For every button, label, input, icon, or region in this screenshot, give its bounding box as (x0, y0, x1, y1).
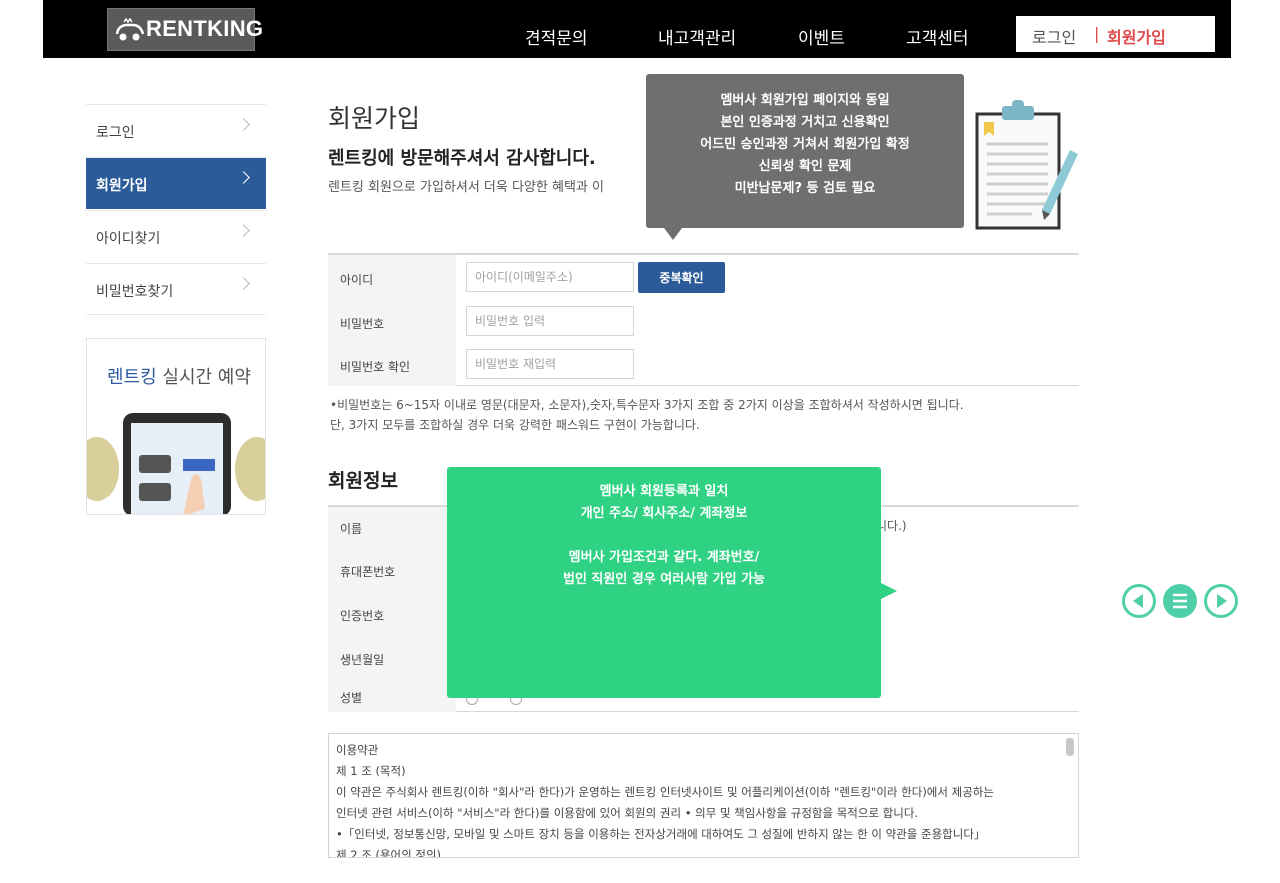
callout-line: 신뢰성 확인 문제 (758, 159, 852, 174)
nav-customer-center[interactable]: 고객센터 (906, 24, 969, 49)
nav-quote[interactable]: 견적문의 (525, 24, 588, 49)
phone-label: 휴대폰번호 (340, 565, 396, 579)
sidebar-item-label: 회원가입 (96, 178, 148, 194)
callout-tail (881, 583, 897, 599)
callout-line: 법인 직원인 경우 여러사람 가입 가능 (562, 572, 766, 587)
realtime-booking-banner[interactable]: 렌트킹 실시간 예약 (86, 338, 266, 515)
terms-line: 제 1 조 (목적) (336, 764, 406, 778)
next-slide-button[interactable] (1204, 584, 1238, 618)
account-form: 아이디 중복확인 비밀번호 비밀번호 확인 (328, 253, 1079, 386)
terms-scrollbar[interactable] (1066, 738, 1074, 756)
auth-code-label: 인증번호 (340, 609, 385, 623)
password-label: 비밀번호 (340, 317, 385, 331)
terms-line: 이용약관 (336, 743, 379, 757)
login-link[interactable]: 로그인 (1032, 24, 1076, 48)
sidebar-item-signup[interactable]: 회원가입 (86, 157, 266, 209)
callout-line: 본인 인증과정 거치고 신용확인 (720, 115, 890, 130)
terms-box[interactable]: 이용약관 제 1 조 (목적) 이 약관은 주식회사 렌트킹(이하 "회사"라 … (328, 733, 1079, 858)
callout-tail (664, 228, 682, 240)
prev-slide-button[interactable] (1122, 584, 1156, 618)
password-confirm-label: 비밀번호 확인 (340, 360, 411, 374)
green-annotation-callout: 멤버사 회원등록과 일치 개인 주소/ 회사주소/ 계좌정보 멤버사 가입조건과… (447, 467, 897, 698)
banner-title-rest: 실시간 예약 (156, 367, 251, 388)
callout-line (447, 525, 881, 547)
birthdate-label: 생년월일 (340, 653, 385, 667)
slide-menu-button[interactable] (1163, 584, 1197, 618)
terms-line: 인터넷 관련 서비스(이하 "서비스"라 한다)를 이용함에 있어 회원의 권리… (336, 806, 919, 820)
signup-link[interactable]: 회원가입 (1107, 24, 1166, 48)
password-rule-note: •비밀번호는 6~15자 이내로 영문(대문자, 소문자),숫자,특수문자 3가… (330, 398, 964, 412)
sidebar-item-label: 로그인 (96, 125, 135, 141)
gray-annotation-callout: 멤버사 회원가입 페이지와 동일 본인 인증과정 거치고 신용확인 어드민 승인… (646, 74, 964, 240)
terms-line: 제 2 조 (용어의 정의) (336, 848, 441, 858)
triangle-right-icon (1217, 594, 1227, 608)
chevron-right-icon (237, 118, 250, 131)
name-label: 이름 (340, 522, 363, 536)
callout-line: 어드민 승인과정 거쳐서 회원가입 확정 (700, 137, 910, 152)
nav-my-customers[interactable]: 내고객관리 (658, 24, 736, 49)
nav-event[interactable]: 이벤트 (798, 24, 845, 49)
password-confirm-input[interactable] (466, 349, 634, 379)
callout-line: 개인 주소/ 회사주소/ 계좌정보 (580, 506, 748, 521)
auth-separator: | (1094, 24, 1100, 43)
banner-title: 렌트킹 실시간 예약 (107, 363, 251, 389)
gender-label: 성별 (340, 691, 363, 705)
menu-icon (1173, 593, 1187, 609)
logo[interactable]: RENTKING (107, 8, 263, 51)
banner-brand: 렌트킹 (107, 367, 157, 388)
member-info-title: 회원정보 (328, 470, 398, 492)
sidebar-item-find-password[interactable]: 비밀번호찾기 (86, 263, 266, 315)
id-input[interactable] (466, 262, 634, 292)
clipboard-icon (975, 100, 1078, 230)
car-logo-icon (115, 18, 145, 41)
callout-line: 멤버사 회원등록과 일치 (599, 484, 729, 499)
sidebar-item-find-id[interactable]: 아이디찾기 (86, 210, 266, 262)
callout-line: 멤버사 회원가입 페이지와 동일 (720, 93, 890, 108)
terms-line: 이 약관은 주식회사 렌트킹(이하 "회사"라 한다)가 운영하는 렌트킹 인터… (336, 785, 994, 799)
callout-line: 미반납문제? 등 검토 필요 (734, 181, 876, 196)
id-label: 아이디 (340, 273, 374, 287)
sidebar-item-label: 아이디찾기 (96, 231, 161, 247)
terms-line: •「인터넷, 정보통신망, 모바일 및 스마트 장치 등을 이용하는 전자상거래… (336, 827, 986, 841)
sidebar-item-login[interactable]: 로그인 (86, 104, 266, 156)
auth-box: 로그인 | 회원가입 (1016, 16, 1215, 52)
chevron-right-icon (237, 224, 250, 237)
triangle-left-icon (1133, 594, 1143, 608)
chevron-right-icon (237, 277, 250, 290)
duplicate-check-button[interactable]: 중복확인 (638, 262, 725, 293)
callout-line: 멤버사 가입조건과 같다. 계좌번호/ (568, 550, 760, 565)
chevron-right-icon (237, 171, 250, 184)
logo-text: RENTKING (146, 16, 264, 41)
page-subtitle: 렌트킹에 방문해주셔서 감사합니다. (328, 148, 596, 169)
sidebar-item-label: 비밀번호찾기 (96, 284, 174, 300)
page-title: 회원가입 (328, 104, 421, 133)
page-description: 렌트킹 회원으로 가입하셔서 더욱 다양한 혜택과 이 (328, 180, 604, 195)
password-input[interactable] (466, 306, 634, 336)
phone-booking-illustration (87, 413, 265, 514)
password-strength-note: 단, 3가지 모두를 조합하실 경우 더욱 강력한 패스워드 구현이 가능합니다… (330, 418, 700, 432)
